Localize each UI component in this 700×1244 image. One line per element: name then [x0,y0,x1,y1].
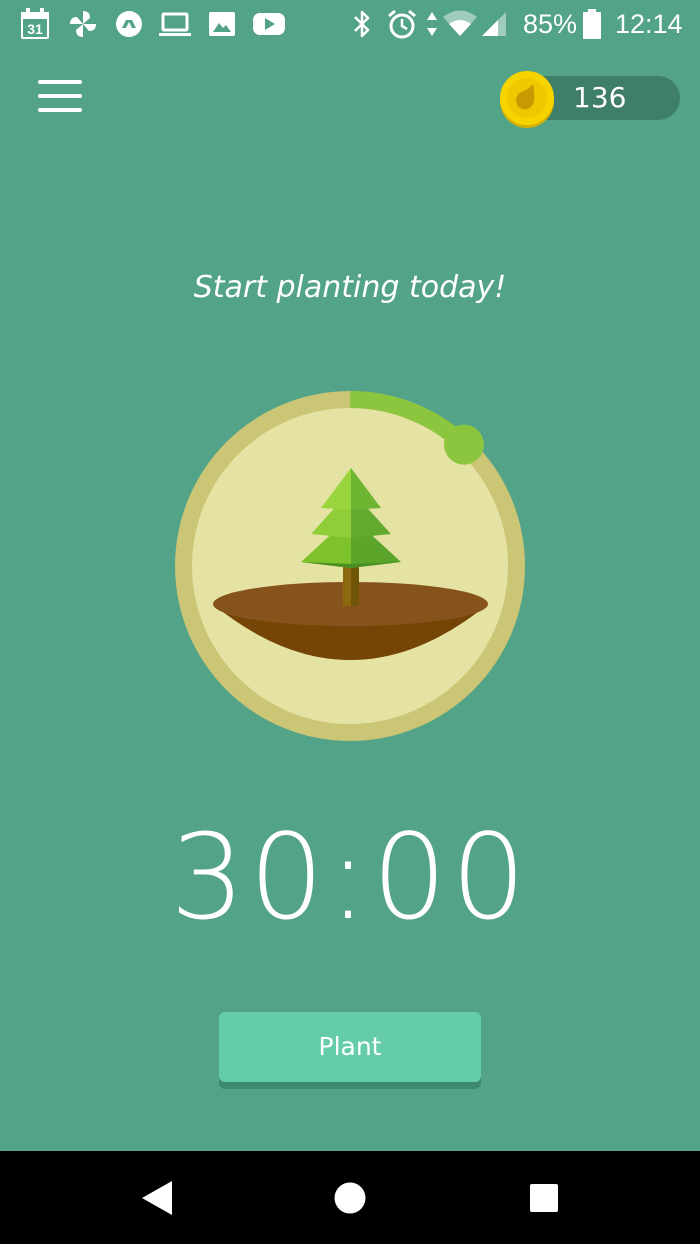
hamburger-menu-icon [38,80,82,112]
tree-dial[interactable] [170,386,530,746]
clock-time: 12:14 [615,9,683,39]
plant-button[interactable]: Plant [219,1012,481,1082]
image-icon [209,12,235,36]
calendar-icon: 31 [21,8,49,39]
system-nav-bar [0,1151,700,1244]
home-icon[interactable] [329,1177,371,1219]
headline: Start planting today! [193,270,507,305]
seed-coin-icon [500,71,554,128]
recents-icon[interactable] [523,1177,565,1219]
calendar-day: 31 [27,21,43,37]
battery-percent: 85% [523,9,578,39]
laptop-icon [159,12,191,36]
bluetooth-icon [354,10,370,38]
app-screen: 31 85% 12:14 136 Start planting today! 3… [0,0,700,1244]
alarm-icon [388,9,416,39]
signal-icon [482,12,506,36]
coin-count: 136 [573,81,627,114]
battery-icon [583,9,601,39]
status-bar: 31 85% 12:14 [0,0,700,48]
youtube-icon [253,13,285,35]
data-arrows-icon [427,12,437,36]
wifi-icon [443,10,477,36]
menu-button[interactable] [36,76,84,116]
pinwheel-icon [70,11,96,37]
drive-icon [116,11,142,37]
progress-knob[interactable] [443,424,484,465]
timer-display: 30:00 [169,808,531,946]
coin-counter[interactable]: 136 [500,71,680,128]
back-icon[interactable] [136,1177,178,1219]
